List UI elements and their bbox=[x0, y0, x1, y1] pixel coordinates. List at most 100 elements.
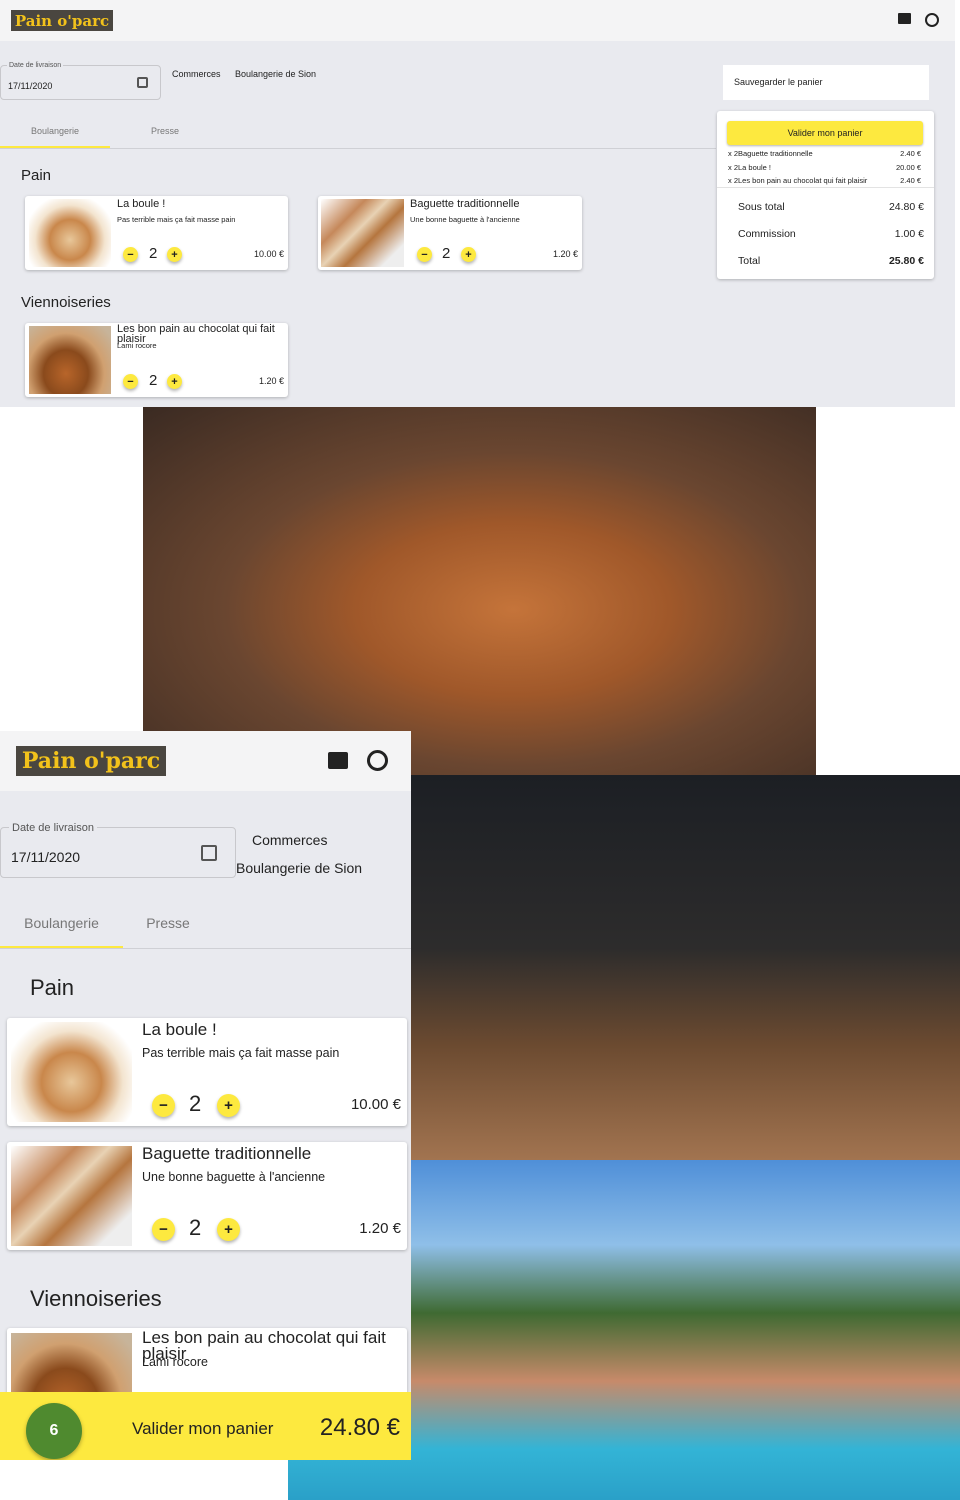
product-name: Baguette traditionnelle bbox=[142, 1144, 312, 1163]
quantity: 2 bbox=[149, 372, 158, 389]
breadcrumb-commerces[interactable]: Commerces bbox=[252, 832, 327, 848]
breadcrumb-commerces[interactable]: Commerces bbox=[172, 69, 221, 79]
product-image bbox=[11, 1146, 132, 1246]
account-face-icon[interactable] bbox=[367, 750, 388, 771]
product-card: Baguette traditionnelle Une bonne baguet… bbox=[318, 196, 582, 270]
divider bbox=[717, 187, 934, 188]
tab-boulangerie[interactable]: Boulangerie bbox=[0, 901, 123, 948]
checkout-amount: 24.80 € bbox=[319, 1414, 400, 1441]
line-amount: 2.40 € bbox=[900, 176, 921, 185]
product-desc: Pas terrible mais ça fait masse pain bbox=[142, 1046, 340, 1060]
decrement-button[interactable]: − bbox=[152, 1094, 175, 1117]
commission-row: Commission 1.00 € bbox=[738, 221, 924, 248]
quantity: 2 bbox=[442, 245, 451, 262]
mobile-screenshot: Pain o'parc Date de livraison 17/11/2020… bbox=[0, 731, 411, 1460]
line-label: x 2La boule ! bbox=[728, 162, 771, 172]
save-cart-button[interactable]: Sauvegarder le panier bbox=[723, 65, 929, 100]
increment-button[interactable]: + bbox=[461, 247, 476, 262]
product-price: 1.20 € bbox=[258, 376, 284, 386]
app-bar: Pain o'parc bbox=[0, 731, 411, 791]
calendar-icon[interactable] bbox=[201, 845, 217, 861]
section-title-pain: Pain bbox=[30, 975, 75, 1000]
divider bbox=[0, 948, 411, 949]
chat-icon[interactable] bbox=[328, 752, 348, 769]
product-image bbox=[11, 1022, 132, 1122]
logo[interactable]: Pain o'parc bbox=[16, 746, 166, 776]
total-label: Total bbox=[738, 255, 761, 267]
product-image bbox=[321, 199, 404, 267]
cart-count-badge: 6 bbox=[26, 1403, 82, 1459]
tab-presse[interactable]: Presse bbox=[123, 901, 213, 948]
validate-cart-button[interactable]: Valider mon panier bbox=[727, 121, 923, 145]
decrement-button[interactable]: − bbox=[123, 247, 138, 262]
increment-button[interactable]: + bbox=[217, 1218, 240, 1241]
section-title-viennoiseries: Viennoiseries bbox=[21, 294, 111, 311]
product-image bbox=[29, 199, 111, 267]
bakery-shop-photo bbox=[411, 775, 960, 1160]
decrement-button[interactable]: − bbox=[417, 247, 432, 262]
tab-label: Boulangerie bbox=[24, 915, 99, 931]
subtotal-row: Sous total 24.80 € bbox=[738, 194, 924, 221]
quantity: 2 bbox=[189, 1091, 202, 1116]
tab-label: Boulangerie bbox=[30, 126, 80, 136]
validate-label: Valider mon panier bbox=[787, 128, 863, 138]
subtotal-label: Sous total bbox=[738, 201, 785, 213]
desktop-screenshot: Pain o'parc Date de livraison 17/11/2020… bbox=[0, 0, 955, 407]
product-name: Baguette traditionnelle bbox=[410, 198, 520, 210]
checkout-label: Valider mon panier bbox=[132, 1419, 274, 1438]
divider bbox=[0, 148, 716, 149]
commission-label: Commission bbox=[738, 228, 796, 240]
product-card: La boule ! Pas terrible mais ça fait mas… bbox=[7, 1018, 407, 1126]
cart-count: 6 bbox=[49, 1422, 59, 1439]
date-label: Date de livraison bbox=[9, 822, 97, 834]
section-title-viennoiseries: Viennoiseries bbox=[30, 1286, 162, 1311]
product-card: Baguette traditionnelle Une bonne baguet… bbox=[7, 1142, 407, 1250]
product-name: La boule ! bbox=[117, 198, 166, 210]
chat-icon[interactable] bbox=[898, 13, 911, 24]
calendar-icon[interactable] bbox=[137, 77, 148, 88]
product-image bbox=[29, 326, 111, 394]
breadcrumb-shop[interactable]: Boulangerie de Sion bbox=[236, 860, 362, 876]
product-desc: Pas terrible mais ça fait masse pain bbox=[117, 215, 236, 224]
decrement-button[interactable]: − bbox=[152, 1218, 175, 1241]
checkout-bar[interactable]: 6 Valider mon panier 24.80 € bbox=[0, 1392, 411, 1460]
tab-label: Presse bbox=[146, 915, 190, 931]
product-price: 10.00 € bbox=[253, 249, 284, 259]
product-desc: Lami rocore bbox=[142, 1355, 208, 1369]
quantity: 2 bbox=[189, 1215, 202, 1240]
line-amount: 2.40 € bbox=[900, 149, 921, 158]
section-title-pain: Pain bbox=[21, 167, 52, 184]
delivery-date-field[interactable]: Date de livraison 17/11/2020 bbox=[0, 822, 236, 878]
line-label: x 2Baguette traditionnelle bbox=[728, 149, 813, 158]
breadcrumb-shop[interactable]: Boulangerie de Sion bbox=[235, 69, 316, 79]
product-price: 10.00 € bbox=[350, 1096, 401, 1113]
increment-button[interactable]: + bbox=[167, 247, 182, 262]
line-amount: 20.00 € bbox=[895, 162, 921, 172]
app-bar: Pain o'parc bbox=[0, 0, 955, 41]
line-label: x 2Les bon pain au chocolat qui fait pla… bbox=[728, 176, 868, 185]
logo[interactable]: Pain o'parc bbox=[11, 10, 113, 31]
baguettes-photo bbox=[143, 407, 816, 775]
delivery-date-field[interactable]: Date de livraison 17/11/2020 bbox=[0, 62, 161, 100]
cart-line: x 2La boule ! 20.00 € bbox=[728, 161, 921, 175]
increment-button[interactable]: + bbox=[217, 1094, 240, 1117]
product-card: La boule ! Pas terrible mais ça fait mas… bbox=[25, 196, 288, 270]
commission-value: 1.00 € bbox=[894, 228, 924, 240]
product-card: Les bon pain au chocolat qui fait plaisi… bbox=[25, 323, 288, 397]
quantity: 2 bbox=[149, 245, 158, 262]
cart-line: x 2Les bon pain au chocolat qui fait pla… bbox=[728, 174, 921, 188]
date-value: 17/11/2020 bbox=[11, 849, 81, 865]
total-value: 25.80 € bbox=[888, 255, 924, 267]
product-desc: Une bonne baguette à l'ancienne bbox=[410, 215, 520, 224]
tab-presse[interactable]: Presse bbox=[110, 120, 220, 148]
tab-label: Presse bbox=[150, 126, 179, 136]
account-face-icon[interactable] bbox=[925, 13, 939, 27]
decrement-button[interactable]: − bbox=[123, 374, 138, 389]
totals: Sous total 24.80 € Commission 1.00 € Total… bbox=[738, 194, 924, 275]
product-price: 1.20 € bbox=[359, 1220, 401, 1237]
total-row: Total 25.80 € bbox=[738, 248, 924, 275]
increment-button[interactable]: + bbox=[167, 374, 182, 389]
tab-boulangerie[interactable]: Boulangerie bbox=[0, 120, 110, 148]
product-desc: Une bonne baguette à l'ancienne bbox=[142, 1170, 326, 1184]
date-value: 17/11/2020 bbox=[8, 81, 53, 91]
